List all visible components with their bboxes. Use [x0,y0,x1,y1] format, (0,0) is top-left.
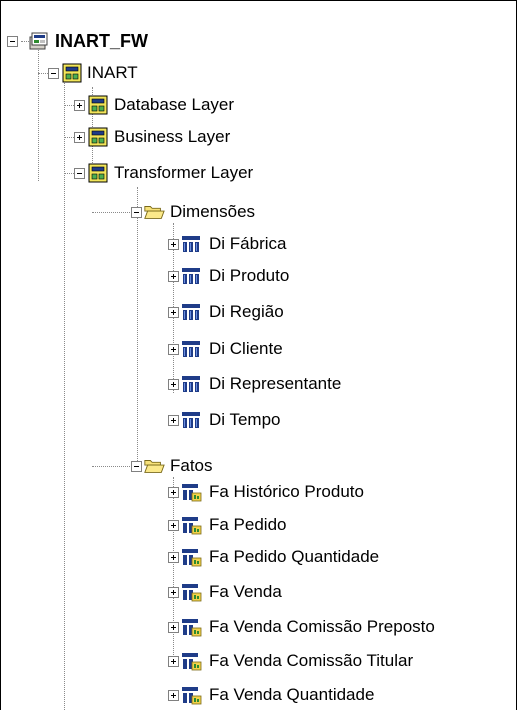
expand-toggle[interactable] [168,587,179,598]
tree-node-label: Di Fábrica [209,234,287,253]
measure-dimension-icon [182,517,202,535]
tree-node-label: Di Região [209,302,284,321]
tree-node-dimension[interactable]: Di Representante [1,369,516,399]
collapse-toggle[interactable] [131,207,142,218]
expand-toggle[interactable] [168,622,179,633]
tree-node-label: INART_FW [55,31,148,51]
tree-node-label: Fa Venda Quantidade [209,685,375,704]
expand-toggle[interactable] [168,344,179,355]
tree-node-database-layer[interactable]: Database Layer [1,90,516,120]
tree-node-fact[interactable]: Fa Venda Comissão Preposto [1,612,516,642]
project-tree-panel: INART_FW INART Database Layer Business L… [0,0,517,710]
expand-toggle[interactable] [168,271,179,282]
dimension-icon [182,341,200,357]
package-icon [88,163,108,183]
tree-node-fact[interactable]: Fa Venda Comissão Titular [1,646,516,676]
tree-node-transformer-layer[interactable]: Transformer Layer [1,158,516,188]
tree-node-fact[interactable]: Fa Venda [1,577,516,607]
tree-node-folder-dimensoes[interactable]: Dimensões [1,197,516,227]
tree-node-label: Di Representante [209,374,342,393]
tree-node-fact[interactable]: Fa Venda Quantidade [1,680,516,710]
dimension-icon [182,376,200,392]
expand-toggle[interactable] [168,487,179,498]
database-model-icon [29,32,48,50]
tree-node-label: Di Cliente [209,339,283,358]
dimension-icon [182,412,200,428]
collapse-toggle[interactable] [131,461,142,472]
package-icon [88,127,108,147]
tree-node-label: Fatos [170,456,213,475]
tree-node-label: Fa Histórico Produto [209,482,364,501]
tree-node-fact[interactable]: Fa Histórico Produto [1,477,516,507]
tree-node-dimension[interactable]: Di Região [1,297,516,327]
expand-toggle[interactable] [74,132,85,143]
tree-node-dimension[interactable]: Di Fábrica [1,229,516,259]
expand-toggle[interactable] [168,415,179,426]
measure-dimension-icon [182,584,202,602]
tree-node-fact[interactable]: Fa Pedido [1,510,516,540]
expand-toggle[interactable] [168,552,179,563]
tree-node-label: INART [87,63,138,82]
tree-node-label: Fa Venda [209,582,282,601]
tree-node-label: Di Produto [209,266,290,285]
tree-node-label: Transformer Layer [114,163,254,182]
dimension-icon [182,236,200,252]
package-icon [62,63,82,83]
folder-open-icon [144,206,165,219]
package-icon [88,95,108,115]
expand-toggle[interactable] [168,239,179,250]
expand-toggle[interactable] [168,690,179,701]
expand-toggle[interactable] [168,379,179,390]
tree-node-label: Fa Pedido [209,515,287,534]
tree-node-dimension[interactable]: Di Cliente [1,334,516,364]
expand-toggle[interactable] [168,307,179,318]
tree-node-label: Fa Venda Comissão Titular [209,651,414,670]
tree-node-label: Database Layer [114,95,235,114]
tree-node-fact[interactable]: Fa Pedido Quantidade [1,542,516,572]
folder-open-icon [144,460,165,473]
tree-node-root[interactable]: INART_FW [1,26,516,56]
tree-node-dimension[interactable]: Di Produto [1,261,516,291]
measure-dimension-icon [182,619,202,637]
tree-node-label: Dimensões [170,202,256,221]
expand-toggle[interactable] [168,656,179,667]
collapse-toggle[interactable] [48,68,59,79]
tree-node-business-layer[interactable]: Business Layer [1,122,516,152]
measure-dimension-icon [182,484,202,502]
tree-node-label: Fa Pedido Quantidade [209,547,380,566]
tree-node-label: Fa Venda Comissão Preposto [209,617,435,636]
tree-node-label: Di Tempo [209,410,281,429]
expand-toggle[interactable] [74,100,85,111]
collapse-toggle[interactable] [74,168,85,179]
measure-dimension-icon [182,687,202,705]
collapse-toggle[interactable] [7,36,18,47]
expand-toggle[interactable] [168,520,179,531]
tree-node-label: Business Layer [114,127,231,146]
measure-dimension-icon [182,549,202,567]
dimension-icon [182,304,200,320]
dimension-icon [182,268,200,284]
measure-dimension-icon [182,653,202,671]
tree-node-package[interactable]: INART [1,58,516,88]
tree-node-dimension[interactable]: Di Tempo [1,405,516,435]
